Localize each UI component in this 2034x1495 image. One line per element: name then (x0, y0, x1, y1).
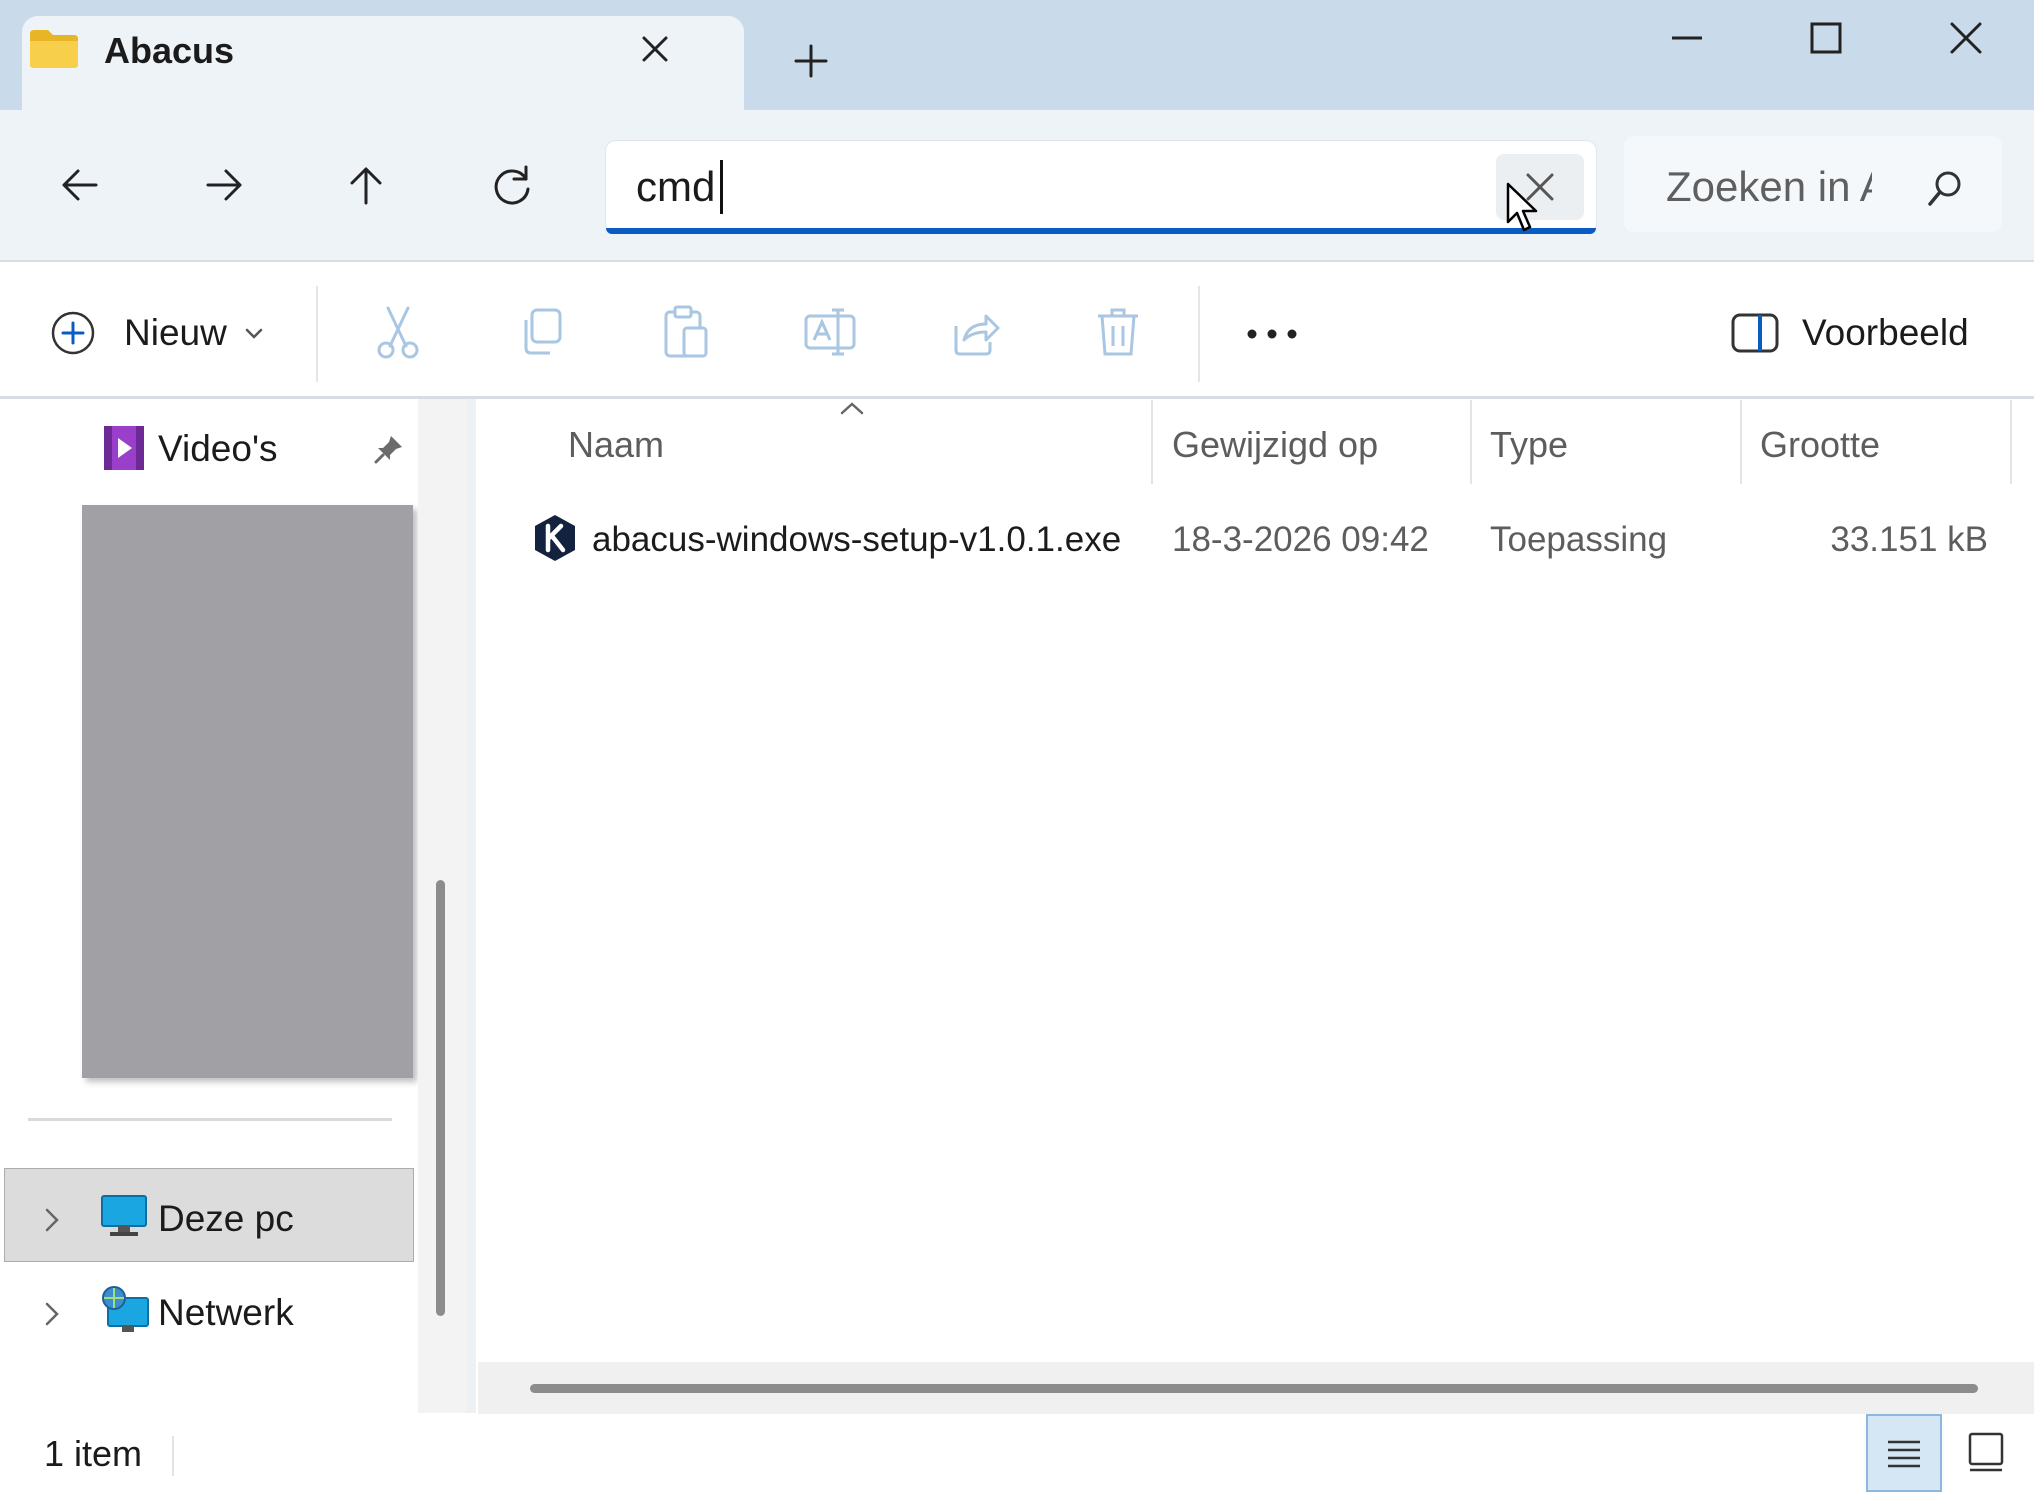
details-view-button[interactable] (1866, 1414, 1942, 1492)
more-dots-icon[interactable] (1240, 316, 1310, 352)
preview-pane-icon (1731, 313, 1779, 353)
nav-item-this-pc-label: Deze pc (158, 1198, 294, 1239)
toolbar-divider (316, 286, 318, 382)
paste-icon[interactable] (658, 302, 714, 362)
horizontal-scrollbar-thumb[interactable] (530, 1384, 1978, 1393)
column-divider[interactable] (2010, 400, 2012, 484)
application-icon (535, 515, 575, 561)
address-input-value[interactable]: cmd (636, 163, 715, 211)
text-caret (720, 160, 723, 214)
share-icon[interactable] (946, 302, 1002, 362)
file-modified: 18-3-2026 09:42 (1172, 520, 1429, 559)
column-divider[interactable] (1151, 400, 1153, 484)
file-name[interactable]: abacus-windows-setup-v1.0.1.exe (592, 520, 1121, 560)
chevron-down-icon (245, 328, 263, 339)
close-icon[interactable] (630, 24, 680, 74)
hover-preview-thumbnail (82, 505, 413, 1078)
up-arrow-icon[interactable] (336, 155, 396, 215)
plus-icon[interactable] (786, 36, 836, 86)
column-header-modified[interactable]: Gewijzigd op (1172, 424, 1378, 466)
address-input[interactable] (606, 141, 1596, 233)
pin-icon[interactable] (372, 432, 406, 466)
address-focus-underline (606, 228, 1596, 234)
toolbar-divider (1198, 286, 1200, 382)
copy-icon[interactable] (514, 302, 570, 362)
sort-ascending-icon (840, 402, 864, 415)
nav-item-network[interactable]: Netwerk (158, 1292, 294, 1334)
item-count: 1 item (44, 1433, 143, 1474)
chevron-right-icon[interactable] (38, 1294, 66, 1334)
column-header-size[interactable]: Grootte (1760, 424, 1880, 466)
new-button-label: Nieuw (124, 312, 227, 353)
column-divider[interactable] (1470, 400, 1472, 484)
computer-icon (101, 1195, 147, 1236)
preview-button-label: Voorbeeld (1802, 312, 1969, 353)
column-header-name[interactable]: Naam (568, 424, 664, 466)
status-divider (172, 1436, 174, 1476)
nav-divider (28, 1118, 392, 1121)
nav-item-videos[interactable]: Video's (158, 428, 278, 470)
column-divider[interactable] (1740, 400, 1742, 484)
details-view-icon (1888, 1440, 1920, 1468)
back-arrow-icon[interactable] (50, 155, 110, 215)
nav-scrollbar-thumb[interactable] (436, 880, 445, 1316)
status-bar (0, 1414, 2034, 1492)
file-type: Toepassing (1490, 520, 1668, 559)
refresh-icon[interactable] (482, 155, 542, 215)
mouse-cursor-icon (1506, 182, 1538, 232)
chevron-right-icon[interactable] (38, 1200, 66, 1240)
rename-icon[interactable] (802, 302, 858, 362)
network-icon (102, 1286, 149, 1332)
minimize-icon[interactable] (1642, 10, 1732, 66)
folder-icon (30, 30, 78, 68)
column-header-type[interactable]: Type (1490, 424, 1568, 466)
close-icon[interactable] (1922, 10, 2012, 66)
search-icon[interactable] (1924, 166, 1968, 210)
delete-icon[interactable] (1090, 302, 1146, 362)
maximize-icon[interactable] (1782, 10, 1872, 66)
forward-arrow-icon[interactable] (194, 155, 254, 215)
tab-title: Abacus (104, 30, 235, 71)
videos-folder-icon (104, 426, 144, 470)
file-size: 33.151 kB (1830, 520, 1988, 559)
add-circle-icon (51, 311, 95, 355)
cut-icon[interactable] (370, 302, 426, 362)
pane-splitter[interactable] (466, 399, 476, 1413)
search-placeholder[interactable]: Zoeken in Abacus (1666, 163, 1872, 211)
large-icons-view-icon[interactable] (1958, 1424, 2014, 1480)
